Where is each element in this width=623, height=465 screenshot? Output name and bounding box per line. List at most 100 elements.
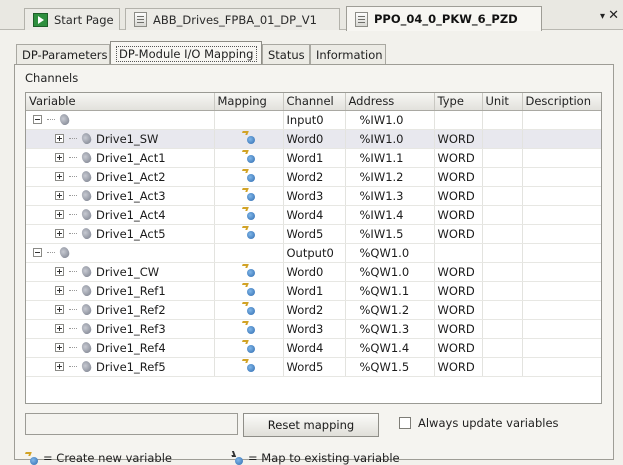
tree-connector: [69, 328, 77, 329]
tab-list-dropdown-icon[interactable]: ▾: [600, 11, 605, 22]
expand-icon[interactable]: [55, 191, 64, 200]
table-row[interactable]: Drive1_SW Word0 %IW1.0 WORD: [26, 129, 601, 149]
tab-status[interactable]: Status: [262, 44, 310, 64]
collapse-icon[interactable]: [33, 115, 42, 124]
cell-mapping[interactable]: [214, 205, 284, 225]
cell-variable[interactable]: Drive1_Ref3: [26, 319, 215, 339]
cell-variable[interactable]: Drive1_Act4: [26, 205, 215, 225]
create-variable-icon[interactable]: [240, 301, 256, 315]
tab-abb-drives[interactable]: ABB_Drives_FPBA_01_DP_V1: [125, 8, 340, 30]
create-variable-icon[interactable]: [240, 339, 256, 353]
expand-icon[interactable]: [55, 134, 64, 143]
create-variable-icon[interactable]: [240, 206, 256, 220]
create-variable-icon[interactable]: [240, 282, 256, 296]
table-row[interactable]: Drive1_Act2 Word2 %IW1.2 WORD: [26, 167, 601, 187]
column-header-type[interactable]: Type: [434, 93, 483, 111]
cell-address: %IW1.0: [345, 129, 435, 149]
expand-icon[interactable]: [55, 343, 64, 352]
cell-mapping[interactable]: [214, 357, 284, 377]
create-variable-icon[interactable]: [240, 225, 256, 239]
cell-mapping[interactable]: [214, 319, 284, 339]
tab-start-page[interactable]: Start Page: [24, 8, 120, 30]
cell-mapping[interactable]: [214, 148, 284, 168]
expand-icon[interactable]: [55, 229, 64, 238]
cell-type: [434, 243, 483, 263]
channel-group-row[interactable]: Output0 %QW1.0: [26, 243, 601, 263]
cell-variable[interactable]: Drive1_CW: [26, 262, 215, 282]
cell-variable[interactable]: Drive1_Ref1: [26, 281, 215, 301]
expand-icon[interactable]: [55, 267, 64, 276]
variable-name: Drive1_Ref4: [96, 340, 166, 355]
table-row[interactable]: Drive1_Act4 Word4 %IW1.4 WORD: [26, 205, 601, 225]
cell-mapping[interactable]: [214, 129, 284, 149]
cell-mapping[interactable]: [214, 243, 284, 263]
create-variable-icon[interactable]: [240, 168, 256, 182]
expand-icon[interactable]: [55, 286, 64, 295]
table-row[interactable]: Drive1_Act1 Word1 %IW1.1 WORD: [26, 148, 601, 168]
expand-icon[interactable]: [55, 172, 64, 181]
cell-mapping[interactable]: [214, 224, 284, 244]
create-variable-icon[interactable]: [240, 149, 256, 163]
cell-mapping[interactable]: [214, 338, 284, 358]
cell-channel: Word2: [283, 300, 346, 320]
cell-type: WORD: [434, 186, 483, 206]
table-row[interactable]: Drive1_Ref3 Word3 %QW1.3 WORD: [26, 319, 601, 339]
cell-mapping[interactable]: [214, 186, 284, 206]
cell-description: [522, 319, 601, 339]
cell-variable[interactable]: Drive1_Act2: [26, 167, 215, 187]
cell-variable[interactable]: [26, 243, 215, 263]
variable-icon: [58, 112, 71, 127]
tab-dp-parameters[interactable]: DP-Parameters: [16, 44, 110, 64]
tab-dp-module-io-mapping[interactable]: DP-Module I/O Mapping: [110, 41, 262, 65]
always-update-option[interactable]: Always update variables: [399, 416, 559, 430]
create-variable-icon[interactable]: [240, 358, 256, 372]
create-variable-icon[interactable]: [240, 130, 256, 144]
cell-mapping[interactable]: [214, 167, 284, 187]
cell-mapping[interactable]: [214, 300, 284, 320]
expand-icon[interactable]: [55, 210, 64, 219]
column-header-description[interactable]: Description: [522, 93, 601, 111]
close-tab-icon[interactable]: ✕: [608, 8, 619, 23]
table-row[interactable]: Drive1_CW Word0 %QW1.0 WORD: [26, 262, 601, 282]
variable-name: Drive1_Act1: [96, 150, 166, 165]
column-header-unit[interactable]: Unit: [482, 93, 523, 111]
cell-mapping[interactable]: [214, 281, 284, 301]
table-row[interactable]: Drive1_Act5 Word5 %IW1.5 WORD: [26, 224, 601, 244]
cell-variable[interactable]: Drive1_Act5: [26, 224, 215, 244]
expand-icon[interactable]: [55, 153, 64, 162]
expand-icon[interactable]: [55, 324, 64, 333]
table-row[interactable]: Drive1_Ref4 Word4 %QW1.4 WORD: [26, 338, 601, 358]
reset-mapping-button[interactable]: Reset mapping: [243, 413, 379, 437]
cell-variable[interactable]: Drive1_Ref4: [26, 338, 215, 358]
column-header-variable[interactable]: Variable: [26, 93, 215, 111]
tab-information[interactable]: Information: [310, 44, 386, 64]
variable-name: Drive1_Act4: [96, 207, 166, 222]
create-variable-icon[interactable]: [240, 263, 256, 277]
cell-type: WORD: [434, 357, 483, 377]
cell-variable[interactable]: Drive1_Act3: [26, 186, 215, 206]
column-header-mapping[interactable]: Mapping: [214, 93, 284, 111]
column-header-channel[interactable]: Channel: [283, 93, 346, 111]
create-variable-icon[interactable]: [240, 320, 256, 334]
cell-variable[interactable]: Drive1_Ref5: [26, 357, 215, 377]
table-row[interactable]: Drive1_Ref5 Word5 %QW1.5 WORD: [26, 357, 601, 377]
always-update-checkbox[interactable]: [399, 417, 411, 429]
cell-variable[interactable]: [26, 110, 215, 130]
expand-icon[interactable]: [55, 362, 64, 371]
tab-ppo-active[interactable]: PPO_04_0_PKW_6_PZD: [346, 6, 542, 31]
legend-create-label: = Create new variable: [43, 451, 172, 465]
table-row[interactable]: Drive1_Ref2 Word2 %QW1.2 WORD: [26, 300, 601, 320]
table-row[interactable]: Drive1_Act3 Word3 %IW1.3 WORD: [26, 186, 601, 206]
table-row[interactable]: Drive1_Ref1 Word1 %QW1.1 WORD: [26, 281, 601, 301]
cell-mapping[interactable]: [214, 110, 284, 130]
channel-group-row[interactable]: Input0 %IW1.0: [26, 110, 601, 130]
expand-icon[interactable]: [55, 305, 64, 314]
cell-variable[interactable]: Drive1_SW: [26, 129, 215, 149]
collapse-icon[interactable]: [33, 248, 42, 257]
cell-mapping[interactable]: [214, 262, 284, 282]
create-variable-icon[interactable]: [240, 187, 256, 201]
cell-variable[interactable]: Drive1_Act1: [26, 148, 215, 168]
column-header-address[interactable]: Address: [345, 93, 435, 111]
cell-variable[interactable]: Drive1_Ref2: [26, 300, 215, 320]
variable-name: Drive1_Act2: [96, 169, 166, 184]
